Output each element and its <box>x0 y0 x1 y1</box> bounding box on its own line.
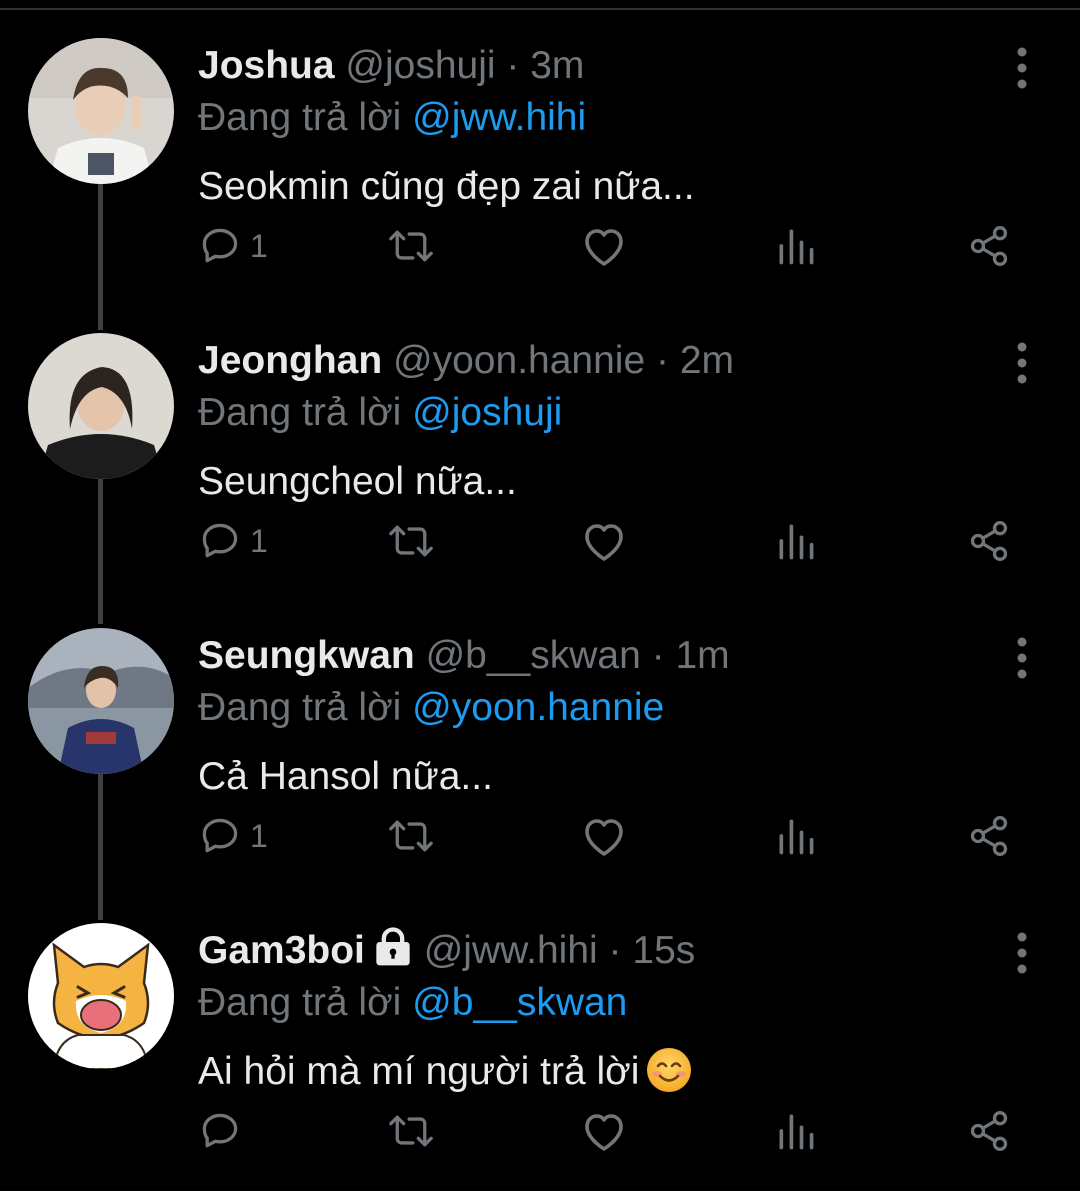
action-bar: 1 <box>0 511 1080 571</box>
share-button[interactable] <box>966 511 1012 571</box>
replying-label: Đang trả lời <box>198 686 402 729</box>
share-button[interactable] <box>966 1101 1012 1161</box>
tweet-text: Cả Hansol nữa... <box>198 755 493 798</box>
share-icon <box>970 521 1008 561</box>
views-button[interactable] <box>774 1101 818 1161</box>
reply-mention[interactable]: @joshuji <box>412 391 562 434</box>
views-button[interactable] <box>774 216 818 276</box>
views-button[interactable] <box>774 806 818 866</box>
user-handle[interactable]: @yoon.hannie <box>393 339 645 382</box>
display-name[interactable]: Seungkwan <box>198 634 415 677</box>
reply-mention[interactable]: @b__skwan <box>412 981 627 1024</box>
avatar[interactable] <box>28 38 174 184</box>
tweet-header: Joshua @joshuji · 3m <box>198 40 584 92</box>
user-handle[interactable]: @jww.hihi <box>424 929 598 972</box>
lock-icon <box>373 927 413 967</box>
reply-icon <box>202 523 238 558</box>
tweet[interactable]: Jeonghan @yoon.hannie · 2m Đang trả lời … <box>0 303 1080 598</box>
reply-count: 1 <box>250 227 268 264</box>
views-button[interactable] <box>774 511 818 571</box>
display-name[interactable]: Gam3boi <box>198 929 365 972</box>
tweet-text: Seungcheol nữa... <box>198 460 517 503</box>
like-button[interactable] <box>580 216 628 276</box>
views-icon <box>779 1114 814 1150</box>
tweet[interactable]: Seungkwan @b__skwan · 1m Đang trả lời @y… <box>0 598 1080 893</box>
reply-icon <box>202 228 238 263</box>
replying-to: Đang trả lời @jww.hihi <box>198 92 586 144</box>
tweet-text: Seokmin cũng đẹp zai nữa... <box>198 165 695 208</box>
tweet-text-content: Ai hỏi mà mí người trả lời <box>198 1050 640 1093</box>
replying-label: Đang trả lời <box>198 391 402 434</box>
retweet-button[interactable] <box>386 511 436 571</box>
timestamp[interactable]: 2m <box>680 339 734 382</box>
reply-button[interactable]: 1 <box>198 511 268 571</box>
smiling-face-emoji <box>647 1048 692 1092</box>
tweet[interactable]: Gam3boi @jww.hihi · 15s Đang trả lời @b_… <box>0 893 1080 1188</box>
timestamp[interactable]: 1m <box>675 634 729 677</box>
separator-dot: · <box>651 634 665 677</box>
like-button[interactable] <box>580 511 628 571</box>
retweet-button[interactable] <box>386 1101 436 1161</box>
reply-icon <box>202 818 238 853</box>
retweet-icon <box>389 230 433 262</box>
separator-dot: · <box>656 339 669 382</box>
replying-label: Đang trả lời <box>198 981 402 1024</box>
like-icon <box>585 819 623 856</box>
replying-to: Đang trả lời @yoon.hannie <box>198 682 664 734</box>
avatar[interactable] <box>28 628 174 774</box>
like-icon <box>585 1114 623 1151</box>
more-vertical-icon[interactable] <box>1000 46 1044 90</box>
replying-label: Đang trả lời <box>198 96 402 139</box>
more-vertical-icon[interactable] <box>1000 341 1044 385</box>
like-icon <box>585 524 623 561</box>
display-name[interactable]: Jeonghan <box>198 339 382 382</box>
action-bar <box>0 1101 1080 1161</box>
user-handle[interactable]: @joshuji <box>345 44 495 87</box>
action-bar: 1 <box>0 806 1080 866</box>
tweet-header: Gam3boi @jww.hihi · 15s <box>198 925 695 977</box>
avatar[interactable] <box>28 923 174 1069</box>
share-icon <box>970 1111 1008 1151</box>
reply-mention[interactable]: @jww.hihi <box>412 96 586 139</box>
reply-count: 1 <box>250 817 268 854</box>
views-icon <box>779 524 814 560</box>
avatar[interactable] <box>28 333 174 479</box>
user-handle[interactable]: @b__skwan <box>426 634 641 677</box>
action-bar: 1 <box>0 216 1080 276</box>
more-vertical-icon[interactable] <box>1000 931 1044 975</box>
reply-mention[interactable]: @yoon.hannie <box>412 686 664 729</box>
tweet-text: Ai hỏi mà mí người trả lời <box>198 1046 693 1098</box>
share-button[interactable] <box>966 216 1012 276</box>
reply-button[interactable]: 1 <box>198 216 268 276</box>
timestamp[interactable]: 3m <box>530 44 584 87</box>
separator-dot: · <box>608 929 622 972</box>
retweet-button[interactable] <box>386 216 436 276</box>
retweet-icon <box>389 820 433 852</box>
retweet-icon <box>389 525 433 557</box>
like-button[interactable] <box>580 806 628 866</box>
timestamp[interactable]: 15s <box>632 929 695 972</box>
replying-to: Đang trả lời @joshuji <box>198 387 562 439</box>
replying-to: Đang trả lời @b__skwan <box>198 977 627 1029</box>
tweet-header: Jeonghan @yoon.hannie · 2m <box>198 335 734 387</box>
share-icon <box>970 816 1008 856</box>
retweet-icon <box>389 1115 433 1147</box>
separator-dot: · <box>506 44 520 87</box>
like-button[interactable] <box>580 1101 628 1161</box>
more-vertical-icon[interactable] <box>1000 636 1044 680</box>
tweet-header: Seungkwan @b__skwan · 1m <box>198 630 730 682</box>
display-name[interactable]: Joshua <box>198 44 335 87</box>
retweet-button[interactable] <box>386 806 436 866</box>
views-icon <box>779 819 814 855</box>
views-icon <box>779 229 814 265</box>
share-button[interactable] <box>966 806 1012 866</box>
reply-button[interactable] <box>198 1101 250 1161</box>
reply-icon <box>202 1113 238 1148</box>
reply-button[interactable]: 1 <box>198 806 268 866</box>
tweet[interactable]: Joshua @joshuji · 3m Đang trả lời @jww.h… <box>0 8 1080 303</box>
like-icon <box>585 229 623 266</box>
reply-count: 1 <box>250 522 268 559</box>
share-icon <box>970 226 1008 266</box>
